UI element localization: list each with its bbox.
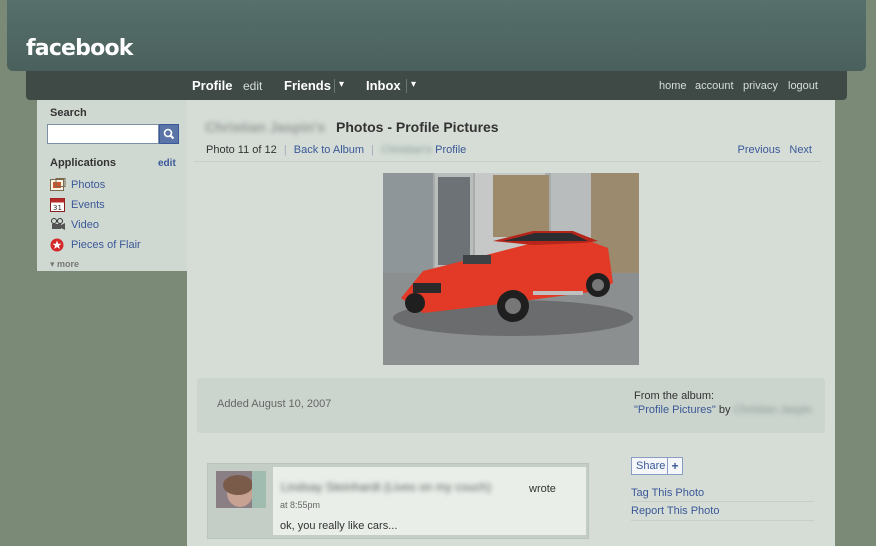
separator: |: [283, 144, 287, 156]
comment: Lindsay Steinhardt (Lives on my couch) w…: [207, 463, 589, 539]
photo-caption: Added August 10, 2007 From the album: "P…: [197, 378, 825, 433]
app-flair-label: Pieces of Flair: [71, 239, 141, 251]
divider: [631, 520, 814, 521]
app-photos-label: Photos: [71, 179, 106, 191]
owner-name[interactable]: Christian Jaspin's: [205, 119, 325, 135]
page-title: Photos - Profile Pictures: [336, 119, 499, 135]
nav-profile[interactable]: Profile: [192, 78, 232, 93]
from-album-label: From the album:: [634, 390, 715, 402]
back-to-album-link[interactable]: Back to Album: [294, 144, 364, 156]
svg-text:31: 31: [53, 204, 62, 212]
added-date: Added August 10, 2007: [217, 398, 332, 410]
comment-text: ok, you really like cars...: [280, 520, 398, 532]
top-header: facebook: [7, 0, 866, 71]
separator: |: [371, 144, 374, 156]
photo-main: Christian Jaspin's Photos - Profile Pict…: [187, 100, 835, 546]
nav-friends[interactable]: Friends: [284, 78, 331, 93]
share-label: Share: [636, 460, 666, 472]
nav-privacy[interactable]: privacy: [743, 80, 778, 92]
calendar-icon: 31: [50, 198, 65, 212]
comment-time: at 8:55pm: [280, 500, 321, 510]
nav-inbox[interactable]: Inbox: [366, 78, 401, 93]
photo-pager: Previous Next: [738, 144, 812, 156]
album-link[interactable]: "Profile Pictures": [634, 404, 716, 416]
magnifier-icon: [163, 128, 175, 140]
facebook-logo[interactable]: facebook: [26, 36, 133, 61]
album-owner-link[interactable]: Christian Jaspin: [734, 404, 812, 416]
main-photo[interactable]: [383, 173, 639, 365]
report-photo-link[interactable]: Report This Photo: [631, 505, 719, 517]
photo-counter: Photo 11 of 12: [206, 144, 277, 156]
nav-profile-edit[interactable]: edit: [243, 79, 262, 93]
more-label: more: [57, 259, 80, 269]
previous-link[interactable]: Previous: [738, 144, 781, 156]
tag-photo-link[interactable]: Tag This Photo: [631, 487, 704, 499]
by-label: by: [718, 404, 731, 416]
nav-logout[interactable]: logout: [788, 80, 818, 92]
breadcrumb: Photo 11 of 12 | Back to Album | Christi…: [206, 144, 466, 156]
wrote-label: wrote: [529, 483, 556, 495]
applications-edit-link[interactable]: edit: [158, 158, 176, 169]
nav-account[interactable]: account: [695, 80, 734, 92]
car-photo-illustration: [383, 173, 639, 365]
main-nav: Profile edit Friends ▾ Inbox ▾ home acco…: [26, 71, 847, 100]
applications-heading: Applications: [50, 157, 117, 169]
avatar-photo: [216, 471, 266, 508]
divider: [194, 161, 821, 162]
more-applications[interactable]: ▾ more: [50, 259, 79, 270]
album-line: "Profile Pictures" by Christian Jaspin: [634, 404, 812, 416]
friends-dropdown-icon[interactable]: ▾: [334, 79, 344, 93]
owner-short-link[interactable]: Christian's: [381, 144, 432, 156]
search-button[interactable]: [159, 124, 179, 144]
app-video-label: Video: [71, 219, 99, 231]
nav-home[interactable]: home: [659, 80, 687, 92]
profile-link[interactable]: Profile: [435, 144, 466, 156]
next-link[interactable]: Next: [789, 144, 812, 156]
plus-icon: +: [667, 458, 682, 474]
share-button[interactable]: Share +: [631, 457, 683, 475]
inbox-dropdown-icon[interactable]: ▾: [406, 79, 416, 93]
divider: [631, 501, 814, 502]
search-label: Search: [50, 107, 87, 119]
left-sidebar: Search Applications edit Photos 31 Event…: [37, 100, 187, 271]
flair-star-icon: [50, 238, 64, 252]
video-camera-icon: [51, 218, 65, 230]
photos-icon: [50, 178, 66, 191]
comment-body: Lindsay Steinhardt (Lives on my couch) w…: [273, 467, 586, 535]
search-input[interactable]: [47, 124, 159, 144]
app-events-label: Events: [71, 199, 105, 211]
avatar[interactable]: [216, 471, 266, 508]
more-chevron-icon: ▾: [50, 259, 55, 269]
comment-author[interactable]: Lindsay Steinhardt (Lives on my couch): [281, 480, 491, 494]
